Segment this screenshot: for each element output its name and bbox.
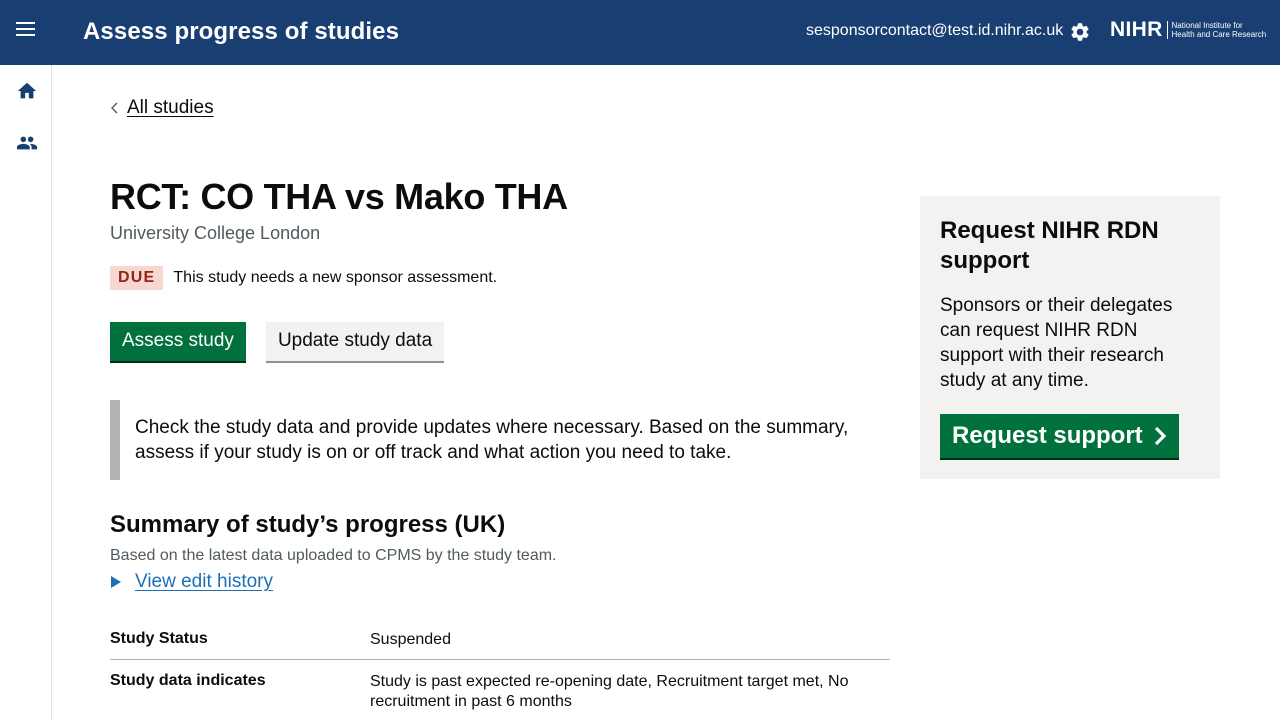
- home-icon[interactable]: [15, 80, 39, 102]
- logo-divider: [1166, 21, 1168, 39]
- summary-row: Study data indicates Study is past expec…: [110, 660, 890, 712]
- edit-history-toggle[interactable]: View edit history: [110, 571, 273, 593]
- request-support-label: Request support: [952, 422, 1143, 449]
- back-link[interactable]: All studies: [110, 97, 214, 119]
- chevron-right-icon: [1154, 426, 1166, 446]
- study-organisation: University College London: [110, 223, 321, 243]
- nihr-logo[interactable]: NIHR National Institute for Health and C…: [1110, 18, 1266, 42]
- summary-value: Suspended: [370, 631, 451, 648]
- request-support-button[interactable]: Request support: [940, 414, 1179, 458]
- status-text: This study needs a new sponsor assessmen…: [173, 269, 498, 286]
- summary-list: Study Status Suspended Study data indica…: [110, 628, 890, 712]
- edit-history-link[interactable]: View edit history: [135, 571, 273, 593]
- logo-mark: NIHR: [1110, 18, 1163, 41]
- gear-icon[interactable]: [1069, 21, 1091, 43]
- summary-key: Study Status: [110, 630, 208, 647]
- action-buttons: Assess study Update study data: [110, 322, 445, 361]
- chevron-left-icon: [111, 102, 118, 114]
- status-row: DUE This study needs a new sponsor asses…: [110, 266, 497, 290]
- logo-line-1: National Institute for: [1171, 21, 1243, 30]
- logo-line-2: Health and Care Research: [1171, 30, 1267, 39]
- summary-value: Study is past expected re-opening date, …: [370, 673, 849, 710]
- menu-icon[interactable]: [16, 22, 38, 42]
- support-panel-title: Request NIHR RDN support: [940, 217, 1159, 274]
- app-title: Assess progress of studies: [83, 18, 400, 45]
- study-title: RCT: CO THA vs Mako THA: [110, 176, 568, 217]
- summary-row: Study Status Suspended: [110, 628, 890, 660]
- status-badge: DUE: [110, 266, 164, 290]
- triangle-right-icon: [111, 576, 121, 588]
- logo-text: National Institute for Health and Care R…: [1172, 21, 1267, 39]
- update-study-data-button[interactable]: Update study data: [265, 322, 445, 361]
- user-email: sesponsorcontact@test.id.nihr.ac.uk: [806, 22, 1064, 39]
- support-panel-text: Sponsors or their delegates can request …: [940, 295, 1173, 391]
- app-header: Assess progress of studies sesponsorcont…: [0, 0, 1280, 65]
- summary-title: Summary of study’s progress (UK): [110, 511, 506, 538]
- inset-text: Check the study data and provide updates…: [110, 400, 890, 480]
- summary-subtitle: Based on the latest data uploaded to CPM…: [110, 547, 557, 564]
- assess-study-button[interactable]: Assess study: [110, 322, 246, 361]
- back-link-text[interactable]: All studies: [127, 97, 214, 119]
- support-panel: Request NIHR RDN support Sponsors or the…: [920, 196, 1220, 479]
- people-icon[interactable]: [15, 132, 39, 154]
- summary-key: Study data indicates: [110, 672, 266, 689]
- sidebar: [0, 65, 52, 720]
